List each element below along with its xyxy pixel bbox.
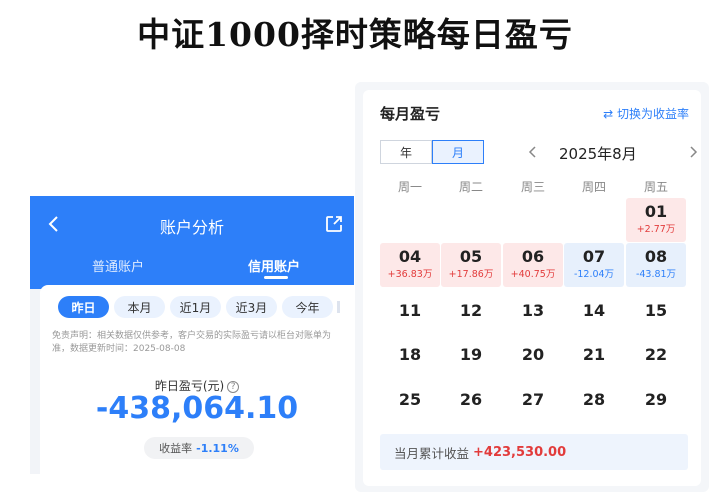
monthly-profit-panel: 每月盈亏 ⇄ 切换为收益率 年 月 2025年8月 周一 周二 周三 周四 周五 01 +…	[355, 82, 709, 492]
calendar-day-number: 18	[398, 345, 422, 364]
calendar-day[interactable]: 05 +17.86万	[441, 243, 501, 287]
period-tab-3-months[interactable]: 近3月	[226, 296, 277, 318]
switch-to-rate-link[interactable]: ⇄ 切换为收益率	[603, 105, 689, 122]
calendar-day[interactable]: 11	[380, 289, 440, 333]
return-rate-badge: 收益率 -1.11%	[144, 437, 254, 459]
calendar-day[interactable]: 14	[564, 289, 624, 333]
calendar-day-profit: -43.81万	[635, 269, 677, 280]
weekday-header: 周二	[458, 180, 483, 194]
calendar-day[interactable]: 08 -43.81万	[626, 243, 686, 287]
calendar-day-number: 21	[582, 345, 606, 364]
calendar-day-number: 06	[521, 247, 545, 266]
calendar-day[interactable]: 22	[626, 333, 686, 377]
calendar-day-profit: +2.77万	[636, 224, 676, 235]
month-total-label: 当月累计收益	[394, 445, 470, 461]
calendar-day[interactable]: 21	[564, 333, 624, 377]
calendar-day-number: 15	[644, 301, 668, 320]
share-icon[interactable]	[324, 214, 344, 234]
calendar-day[interactable]: 04 +36.83万	[380, 243, 440, 287]
period-tab-1-month[interactable]: 近1月	[170, 296, 221, 318]
calendar-day[interactable]: 28	[564, 378, 624, 422]
calendar-day-profit: +40.75万	[510, 269, 556, 280]
calendar-day[interactable]: 18	[380, 333, 440, 377]
month-total-bar: 当月累计收益 +423,530.00	[380, 434, 688, 470]
calendar-day-number: 01	[644, 202, 668, 221]
calendar-day-number: 14	[582, 301, 606, 320]
return-rate-value: -1.11%	[196, 441, 239, 455]
calendar-day[interactable]: 25	[380, 378, 440, 422]
calendar-day[interactable]: 13	[503, 289, 563, 333]
calendar-day-number: 25	[398, 390, 422, 409]
weekday-header: 周四	[581, 180, 606, 194]
segment-year[interactable]: 年	[380, 140, 432, 164]
profit-card: 昨日 本月 近1月 近3月 今年 免责声明：相关数据仅供参考，客户交易的实际盈亏…	[40, 285, 354, 474]
header-title: 账户分析	[159, 218, 224, 237]
calendar-day[interactable]: 29	[626, 378, 686, 422]
calendar-day-profit: -12.04万	[573, 269, 615, 280]
calendar-day[interactable]: 27	[503, 378, 563, 422]
calendar-day-number: 19	[459, 345, 483, 364]
period-tab-this-month[interactable]: 本月	[114, 296, 165, 318]
month-total-value: +423,530.00	[473, 444, 567, 460]
active-tab-indicator	[264, 276, 288, 279]
calendar-day[interactable]: 12	[441, 289, 501, 333]
disclaimer-text: 免责声明：相关数据仅供参考，客户交易的实际盈亏请以柜台对账单为准，数据更新时间：…	[52, 331, 332, 354]
period-tab-yesterday[interactable]: 昨日	[58, 296, 109, 318]
page-title: 中证1000择时策略每日盈亏	[137, 15, 573, 54]
calendar-day-number: 26	[459, 390, 483, 409]
calendar-day-number: 07	[582, 247, 606, 266]
account-header: 账户分析 普通账户 信用账户	[30, 196, 354, 289]
year-month-toggle: 年 月	[380, 140, 484, 164]
yesterday-profit-value: -438,064.10	[95, 391, 299, 426]
tab-regular-account[interactable]: 普通账户	[92, 256, 144, 275]
calendar-day[interactable]: 06 +40.75万	[503, 243, 563, 287]
calendar-day[interactable]: 26	[441, 378, 501, 422]
calendar-day[interactable]: 20	[503, 333, 563, 377]
calendar-day[interactable]: 01 +2.77万	[626, 198, 686, 242]
calendar-day-number: 04	[398, 247, 422, 266]
calendar-card: 每月盈亏 ⇄ 切换为收益率 年 月 2025年8月 周一 周二 周三 周四 周五 01 +…	[363, 90, 701, 486]
account-analysis-panel: 账户分析 普通账户 信用账户 昨日 本月 近1月 近3月 今年 免责声明：相关数…	[30, 196, 354, 474]
calendar-day[interactable]: 19	[441, 333, 501, 377]
chevron-left-icon[interactable]	[525, 140, 541, 164]
period-tabs: 昨日 本月 近1月 近3月 今年	[58, 296, 333, 318]
chevron-right-icon[interactable]	[685, 140, 701, 164]
period-tab-this-year[interactable]: 今年	[282, 296, 333, 318]
tab-credit-account[interactable]: 信用账户	[248, 256, 300, 275]
calendar-day-number: 20	[521, 345, 545, 364]
weekday-header: 周五	[643, 180, 668, 194]
calendar-day-number: 27	[521, 390, 545, 409]
calendar-day-number: 05	[459, 247, 483, 266]
calendar-day-number: 28	[582, 390, 606, 409]
return-rate-label: 收益率	[159, 442, 193, 455]
segment-month[interactable]: 月	[432, 140, 484, 164]
calendar-day[interactable]: 07 -12.04万	[564, 243, 624, 287]
month-label: 2025年8月	[559, 145, 637, 163]
calendar-day-profit: +17.86万	[448, 269, 494, 280]
period-tabs-overflow	[337, 301, 340, 313]
calendar-day-number: 22	[644, 345, 668, 364]
weekday-header: 周三	[520, 180, 545, 194]
calendar-day-number: 13	[521, 301, 545, 320]
calendar-day-number: 12	[459, 301, 483, 320]
weekday-header: 周一	[397, 180, 422, 194]
calendar-day-profit: +36.83万	[387, 269, 433, 280]
calendar-day-number: 11	[398, 301, 422, 320]
calendar-title: 每月盈亏	[380, 105, 441, 123]
calendar-day-number: 08	[644, 247, 668, 266]
calendar-day[interactable]: 15	[626, 289, 686, 333]
calendar-day-number: 29	[644, 390, 668, 409]
